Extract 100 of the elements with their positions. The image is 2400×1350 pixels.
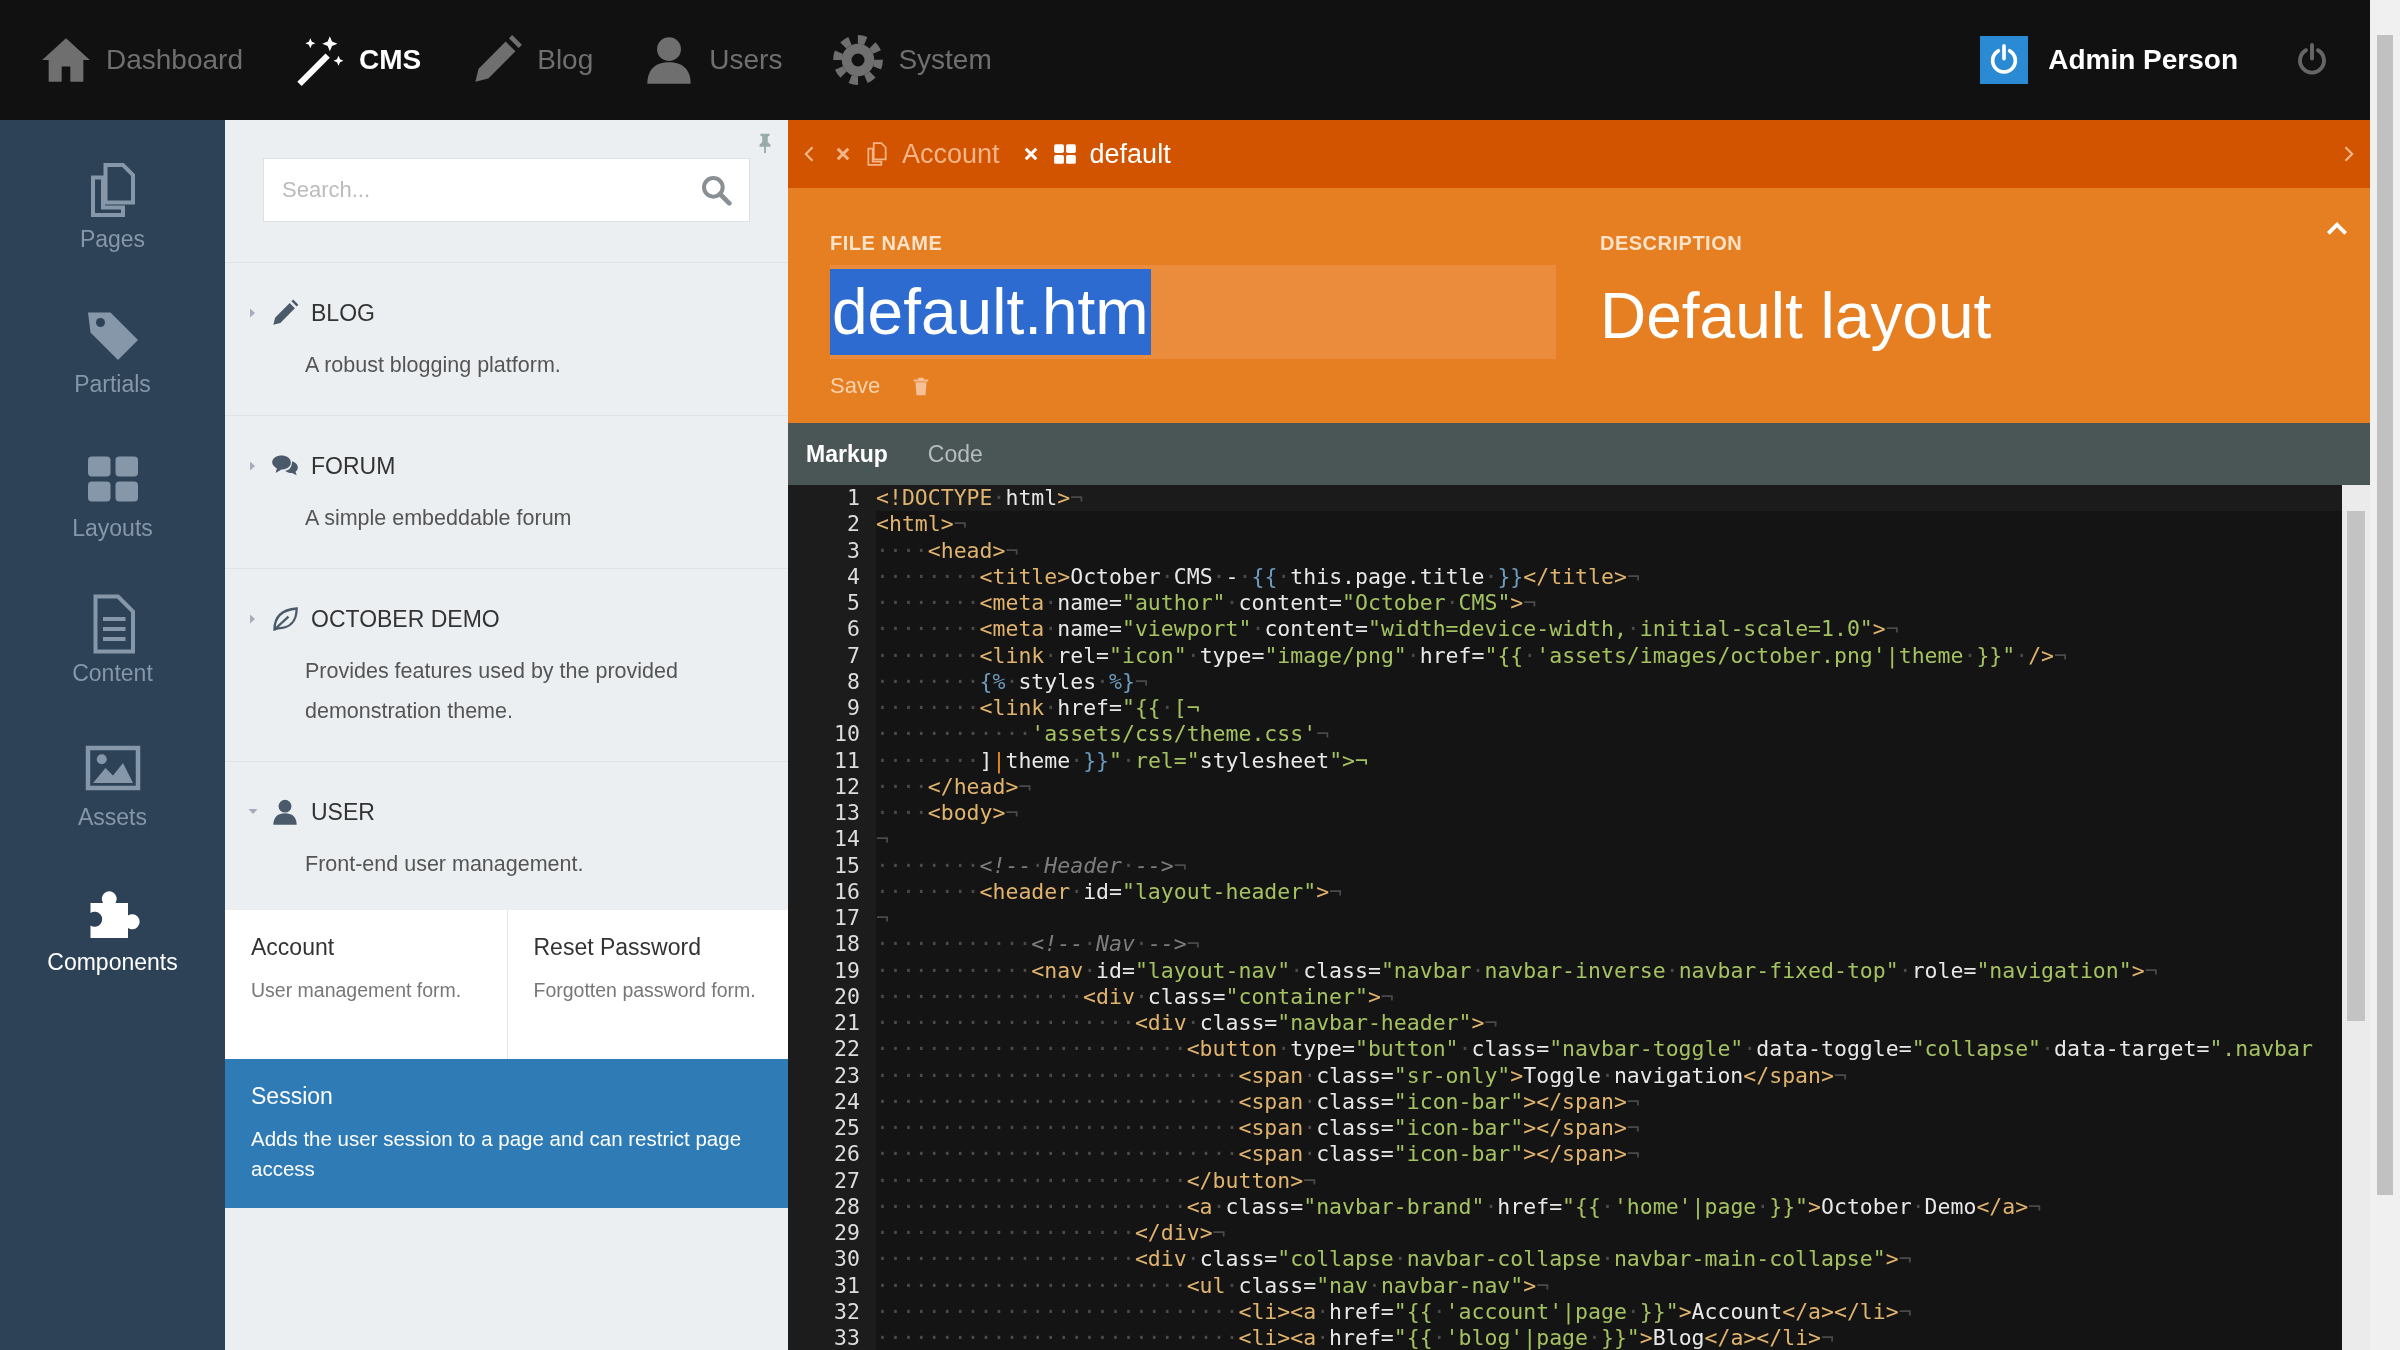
- line-number: 33: [834, 1325, 860, 1350]
- code-line: ········]|theme·}}"·rel="stylesheet">¬: [876, 747, 1368, 773]
- line-number: 31: [834, 1272, 860, 1298]
- nav-item[interactable]: Dashboard: [40, 34, 243, 86]
- grid-icon: [1051, 141, 1078, 167]
- leaf-icon: [271, 605, 299, 633]
- code-line: ····························<li><a·href="{{·'account'|page·}}">Account</a></li>¬: [876, 1298, 1912, 1324]
- user-name: Admin Person: [2048, 44, 2238, 76]
- nav-item[interactable]: CMS: [293, 34, 422, 86]
- code-line: ····························<span·class="sr-only">Toggle·navigation</span>¬: [876, 1062, 1847, 1088]
- save-button[interactable]: Save: [830, 373, 881, 399]
- code-line: ····<body>¬: [876, 800, 1019, 825]
- code-line: ····························<span·class="icon-bar"></span>¬: [876, 1141, 1640, 1167]
- code-line: ························</button>¬: [876, 1167, 1317, 1193]
- line-number: 4: [847, 563, 860, 589]
- component-description: Adds the user session to a page and can restrict page access: [251, 1126, 743, 1182]
- line-number: 22: [834, 1036, 860, 1062]
- line-number: 26: [834, 1141, 860, 1167]
- code-line: ····</head>¬: [876, 773, 1032, 799]
- account-button[interactable]: [1980, 36, 2029, 84]
- plugin-name: FORUM: [311, 452, 396, 480]
- line-number: 14: [834, 826, 860, 852]
- line-number: 29: [834, 1220, 860, 1245]
- component-item[interactable]: Session Adds the user session to a page and can restrict page access: [225, 1059, 788, 1208]
- code-line: ····························<li><a·href="{{·'blog'|page·}}">Blog</a></li>¬: [876, 1325, 1834, 1350]
- sidebar-item[interactable]: Pages: [0, 160, 225, 305]
- line-number: 6: [847, 616, 860, 642]
- component-item[interactable]: Reset Password Forgotten password form.: [506, 910, 788, 1059]
- pages-icon: [864, 141, 890, 167]
- sidebar-item[interactable]: Components: [0, 882, 225, 1027]
- plugin-description: Provides features used by the provided demonstration theme.: [305, 658, 679, 725]
- pencil-icon: [271, 299, 299, 327]
- code-line: ¬: [876, 905, 889, 930]
- line-number: 25: [834, 1115, 860, 1140]
- close-icon: [834, 145, 852, 163]
- nav-item[interactable]: System: [832, 34, 992, 86]
- tab-label: default: [1089, 138, 1171, 170]
- component-name: Account: [251, 934, 336, 961]
- field-label: DESCRIPTION: [1600, 232, 1744, 255]
- code-line: ········<title>October·CMS·-·{{·this.page.title·}}</title>¬: [876, 563, 1640, 589]
- file-name-field[interactable]: default.htm: [830, 265, 1556, 359]
- code-line: ····················</div>¬: [876, 1220, 1226, 1245]
- code-line: ············<!--·Nav·-->¬: [876, 931, 1200, 957]
- line-number: 2: [847, 511, 860, 537]
- line-number: 9: [847, 695, 860, 720]
- line-number: 32: [834, 1298, 860, 1324]
- nav-item[interactable]: Blog: [471, 34, 594, 86]
- plugin-description: Front-end user management.: [305, 851, 585, 878]
- line-number: 3: [847, 537, 860, 563]
- plugin-name: OCTOBER DEMO: [311, 605, 500, 633]
- nav-item[interactable]: Users: [643, 34, 783, 86]
- line-number: 18: [834, 931, 860, 957]
- sidebar-item[interactable]: Partials: [0, 304, 225, 449]
- component-description: Forgotten password form.: [533, 978, 757, 1003]
- editor-mode-tab[interactable]: Code: [927, 440, 983, 468]
- description-field[interactable]: Default layout: [1600, 279, 1992, 353]
- code-line: ········<meta·name="viewport"·content="width=device-width,·initial-scale=1.0">¬: [876, 616, 1899, 642]
- code-line: ········<meta·name="author"·content="October·CMS">¬: [876, 590, 1537, 615]
- field-label: FILE NAME: [830, 232, 944, 255]
- code-line: ····················<div·class="collapse·navbar-collapse·navbar-main-collapse">¬: [876, 1246, 1912, 1272]
- editor-tab[interactable]: Account: [834, 138, 1000, 170]
- editor-tab[interactable]: default: [1021, 138, 1171, 170]
- search-field[interactable]: Search...: [263, 158, 750, 222]
- line-number: 10: [834, 721, 860, 747]
- code-line: ················<div·class="container">¬: [876, 983, 1394, 1009]
- settings-icon: [832, 34, 885, 86]
- line-number: 1: [847, 485, 860, 510]
- code-line: ····························<span·class="icon-bar"></span>¬: [876, 1088, 1640, 1114]
- code-line: ························<a·class="navbar-brand"·href="{{·'home'|page·}}">October·Demo</a>¬: [876, 1193, 2042, 1219]
- code-line: ¬: [876, 826, 889, 852]
- user-icon: [271, 798, 299, 826]
- line-number: 20: [834, 983, 860, 1009]
- line-number: 27: [834, 1167, 860, 1193]
- sidebar-item[interactable]: Layouts: [0, 449, 225, 594]
- code-line: ············'assets/css/theme.css'¬: [876, 721, 1330, 747]
- line-number: 19: [834, 957, 860, 983]
- plugin-name: BLOG: [311, 299, 375, 327]
- code-line: ····················<div·class="navbar-header">¬: [876, 1010, 1498, 1035]
- search-icon: [700, 174, 732, 206]
- line-number: 11: [834, 747, 860, 773]
- sidebar-item[interactable]: Assets: [0, 738, 225, 883]
- plugin-description: A robust blogging platform.: [305, 352, 562, 379]
- code-line: ········<!--·Header·-->¬: [876, 852, 1187, 878]
- code-line: ········<link·rel="icon"·type="image/png"·href="{{·'assets/images/october.png'|theme·}}"·/>¬: [876, 642, 2067, 668]
- plugin-name: USER: [311, 798, 375, 826]
- editor-mode-tab[interactable]: Markup: [806, 440, 888, 468]
- editor-scrollbar[interactable]: [2342, 485, 2370, 1350]
- code-line: ························<button·type="button"·class="navbar-toggle"·data-toggle="collapse"·data-target=".navbar: [876, 1036, 2313, 1062]
- page-scrollbar[interactable]: [2370, 0, 2400, 1350]
- line-number: 23: [834, 1062, 860, 1088]
- plugin-description: A simple embeddable forum: [305, 505, 573, 532]
- code-line: ········<link·href="{{·[¬: [876, 695, 1200, 720]
- component-item[interactable]: Account User management form.: [225, 910, 507, 1059]
- code-line: <!DOCTYPE·html>¬: [876, 485, 1084, 510]
- sidebar-item[interactable]: Content: [0, 593, 225, 738]
- line-number: 17: [834, 905, 860, 930]
- code-line: <html>¬: [876, 511, 967, 537]
- line-number: 15: [834, 852, 860, 878]
- line-number: 21: [834, 1010, 860, 1035]
- code-line: ····························<span·class="icon-bar"></span>¬: [876, 1115, 1640, 1140]
